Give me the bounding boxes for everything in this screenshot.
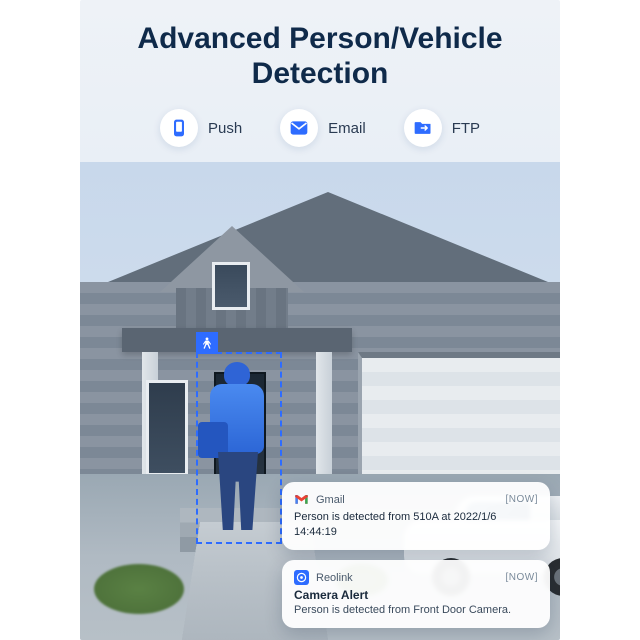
email-icon bbox=[280, 109, 318, 147]
person-icon bbox=[196, 332, 218, 354]
notification-reolink[interactable]: Reolink [NOW] Camera Alert Person is det… bbox=[282, 560, 550, 628]
notification-gmail[interactable]: Gmail [NOW] Person is detected from 510A… bbox=[282, 482, 550, 550]
gmail-icon bbox=[294, 492, 309, 507]
push-icon bbox=[160, 109, 198, 147]
reolink-title: Camera Alert bbox=[294, 588, 538, 602]
feature-push-label: Push bbox=[208, 120, 242, 137]
camera-scene: Gmail [NOW] Person is detected from 510A… bbox=[80, 162, 560, 640]
reolink-time: [NOW] bbox=[506, 572, 539, 583]
gmail-body: Person is detected from 510A at 2022/1/6… bbox=[294, 510, 538, 540]
gmail-app-name: Gmail bbox=[316, 494, 499, 506]
feature-ftp: FTP bbox=[404, 109, 480, 147]
ftp-icon bbox=[404, 109, 442, 147]
reolink-body: Person is detected from Front Door Camer… bbox=[294, 603, 538, 618]
feature-email: Email bbox=[280, 109, 366, 147]
reolink-icon bbox=[294, 570, 309, 585]
notification-stack: Gmail [NOW] Person is detected from 510A… bbox=[282, 482, 550, 628]
reolink-app-name: Reolink bbox=[316, 572, 499, 584]
headline: Advanced Person/Vehicle Detection bbox=[80, 0, 560, 105]
feature-row: Push Email FTP bbox=[80, 105, 560, 163]
feature-ftp-label: FTP bbox=[452, 120, 480, 137]
promo-card: Advanced Person/Vehicle Detection Push E… bbox=[80, 0, 560, 640]
delivery-person bbox=[204, 362, 272, 538]
gmail-time: [NOW] bbox=[506, 494, 539, 505]
feature-email-label: Email bbox=[328, 120, 366, 137]
feature-push: Push bbox=[160, 109, 242, 147]
